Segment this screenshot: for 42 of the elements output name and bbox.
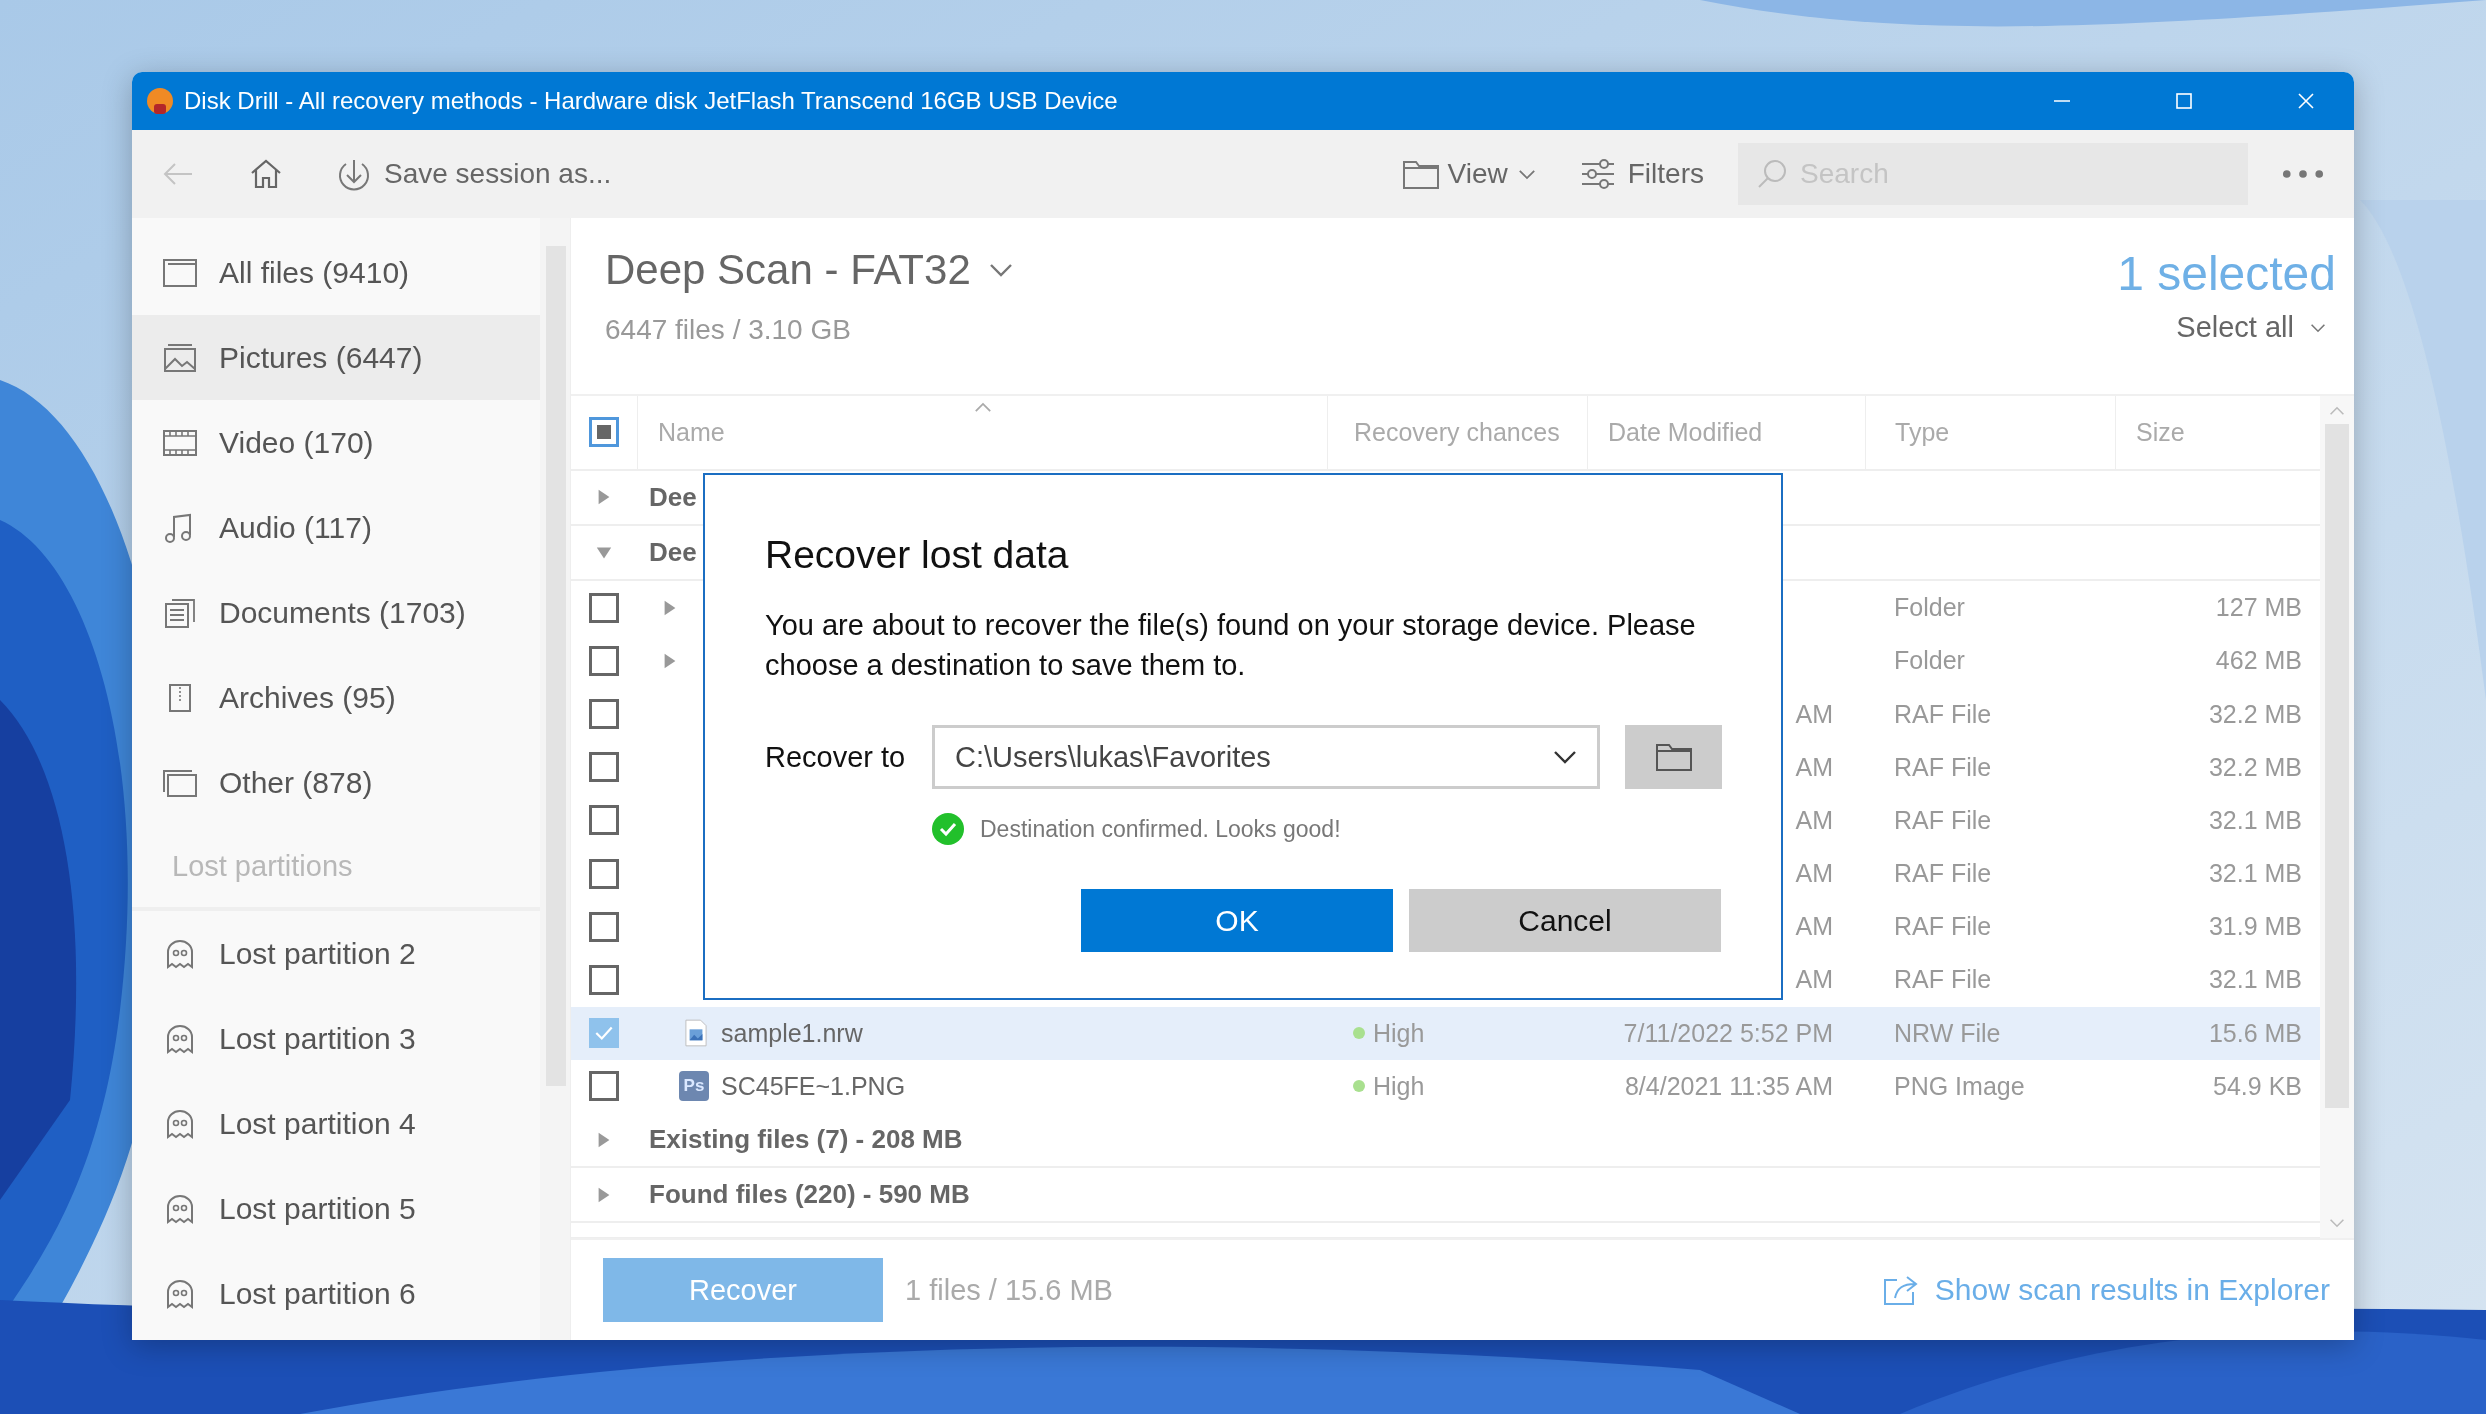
type-cell: NRW File bbox=[1894, 1018, 2001, 1047]
file-name: sample1.nrw bbox=[721, 1018, 863, 1048]
size-cell: 32.1 MB bbox=[2208, 965, 2302, 994]
date-cell: 8/4/2021 11:35 AM bbox=[1624, 1071, 1833, 1100]
type-cell: Folder bbox=[1894, 646, 1965, 675]
recovery-chance: High bbox=[1373, 1071, 1425, 1101]
selected-count: 1 selected bbox=[2117, 246, 2336, 301]
type-cell: RAF File bbox=[1894, 699, 1992, 728]
date-cell: AM bbox=[1795, 699, 1833, 728]
status-message: Destination confirmed. Looks good! bbox=[980, 815, 1341, 843]
size-cell: 462 MB bbox=[2215, 646, 2302, 675]
scan-summary: 6447 files / 3.10 GB bbox=[605, 314, 852, 346]
size-cell: 32.2 MB bbox=[2208, 699, 2302, 728]
type-cell: PNG Image bbox=[1894, 1071, 2025, 1100]
type-cell: RAF File bbox=[1894, 859, 1992, 888]
dialog-title: Recover lost data bbox=[765, 533, 1070, 577]
window-title: Disk Drill - All recovery methods - Hardware disk JetFlash Transcend 16GB USB Device bbox=[184, 87, 1118, 115]
file-name: SC45FE~1.PNG bbox=[721, 1071, 906, 1101]
dialog-message: You are about to recover the file(s) found on your storage device. Please choose a destination to save them to. bbox=[765, 608, 1697, 683]
date-cell: AM bbox=[1795, 912, 1833, 941]
field-label: Recover to bbox=[765, 740, 907, 774]
date-cell: 7/11/2022 5:52 PM bbox=[1623, 1018, 1833, 1047]
date-cell: AM bbox=[1795, 859, 1833, 888]
size-cell: 15.6 MB bbox=[2208, 1018, 2302, 1047]
type-cell: RAF File bbox=[1894, 805, 1992, 834]
size-cell: 32.1 MB bbox=[2208, 805, 2302, 834]
photoshop-file-icon: Ps bbox=[679, 1071, 709, 1102]
date-cell: AM bbox=[1795, 805, 1833, 834]
size-cell: 32.2 MB bbox=[2208, 752, 2302, 781]
size-cell: 31.9 MB bbox=[2208, 912, 2302, 941]
date-cell: AM bbox=[1795, 965, 1833, 994]
selection-summary: 1 files / 15.6 MB bbox=[905, 1273, 1113, 1307]
type-cell: RAF File bbox=[1894, 912, 1992, 941]
size-cell: 32.1 MB bbox=[2208, 859, 2302, 888]
size-cell: 54.9 KB bbox=[2213, 1071, 2302, 1100]
type-cell: Folder bbox=[1894, 593, 1965, 622]
type-cell: RAF File bbox=[1894, 965, 1992, 994]
recovery-chance: High bbox=[1373, 1018, 1425, 1048]
size-cell: 127 MB bbox=[2215, 593, 2302, 622]
type-cell: RAF File bbox=[1894, 752, 1992, 781]
scan-title: Deep Scan - FAT32 bbox=[605, 246, 971, 294]
date-cell: AM bbox=[1795, 752, 1833, 781]
